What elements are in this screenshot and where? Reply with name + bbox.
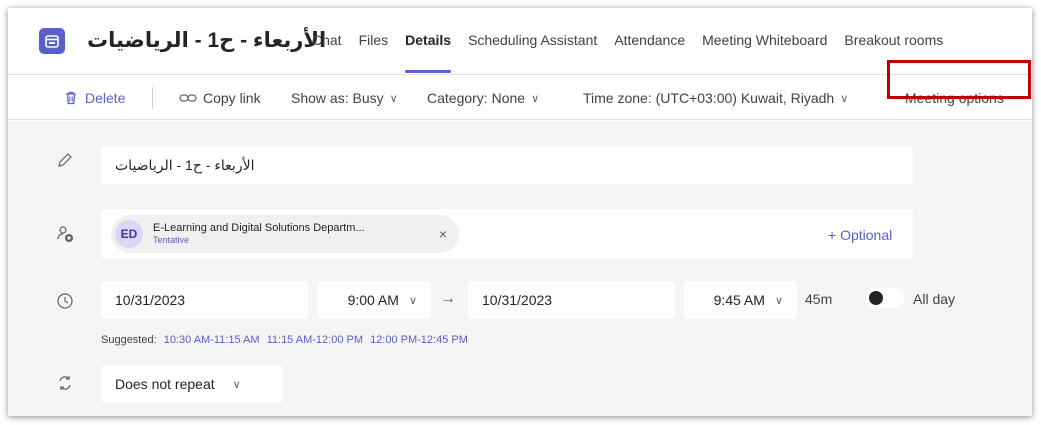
toolbar-divider bbox=[152, 87, 153, 109]
all-day-toggle[interactable] bbox=[866, 288, 904, 308]
toggle-knob bbox=[869, 291, 883, 305]
details-form: الأربعاء - ح1 - الرياضيات ED E-Learning … bbox=[8, 121, 1032, 416]
chevron-down-icon: ∨ bbox=[408, 294, 417, 307]
copy-link-button[interactable]: Copy link bbox=[179, 75, 261, 121]
suggestion-link[interactable]: 10:30 AM-11:15 AM bbox=[164, 334, 260, 346]
start-time-select[interactable]: 9:00 AM ∨ bbox=[318, 281, 431, 319]
meeting-toolbar: Delete Copy link Show as: Busy ∨ Categor… bbox=[8, 74, 1032, 120]
avatar: ED bbox=[115, 220, 143, 248]
close-icon[interactable]: × bbox=[439, 226, 447, 242]
pencil-icon bbox=[53, 148, 77, 172]
suggestion-link[interactable]: 11:15 AM-12:00 PM bbox=[267, 334, 363, 346]
calendar-icon bbox=[39, 28, 65, 54]
trash-icon bbox=[66, 91, 76, 105]
tab-details[interactable]: Details bbox=[405, 32, 451, 73]
title-input-value: الأربعاء - ح1 - الرياضيات bbox=[115, 156, 255, 173]
show-as-label: Show as: Busy bbox=[291, 90, 384, 106]
attendee-info: E-Learning and Digital Solutions Departm… bbox=[153, 222, 365, 246]
end-date-input[interactable]: 10/31/2023 bbox=[468, 281, 675, 319]
delete-button[interactable]: Delete bbox=[63, 75, 125, 121]
add-optional-button[interactable]: + Optional bbox=[828, 227, 892, 243]
meeting-options-highlight-box bbox=[887, 60, 1031, 99]
end-time-select[interactable]: 9:45 AM ∨ bbox=[684, 281, 797, 319]
tab-meeting-whiteboard[interactable]: Meeting Whiteboard bbox=[702, 32, 827, 48]
end-time-value: 9:45 AM bbox=[713, 292, 765, 308]
tab-breakout-rooms[interactable]: Breakout rooms bbox=[844, 32, 943, 48]
suggested-label: Suggested: bbox=[101, 334, 157, 346]
meeting-header: الأربعاء - ح1 - الرياضيات Chat Files Det… bbox=[8, 8, 1032, 74]
tab-attendance[interactable]: Attendance bbox=[614, 32, 685, 48]
teams-meeting-window: الأربعاء - ح1 - الرياضيات Chat Files Det… bbox=[8, 8, 1032, 416]
tab-chat[interactable]: Chat bbox=[312, 32, 342, 48]
delete-label: Delete bbox=[85, 90, 126, 106]
duration-text: 45m bbox=[805, 291, 833, 307]
time-zone-dropdown[interactable]: Time zone: (UTC+03:00) Kuwait, Riyadh ∨ bbox=[583, 75, 848, 121]
show-as-dropdown[interactable]: Show as: Busy ∨ bbox=[291, 75, 398, 121]
chevron-down-icon: ∨ bbox=[531, 92, 540, 105]
copy-link-label: Copy link bbox=[203, 90, 261, 106]
meeting-title: الأربعاء - ح1 - الرياضيات bbox=[87, 29, 327, 52]
chevron-down-icon: ∨ bbox=[389, 92, 398, 105]
clock-icon bbox=[53, 289, 77, 313]
start-date-value: 10/31/2023 bbox=[115, 292, 186, 308]
chevron-down-icon: ∨ bbox=[232, 378, 241, 391]
suggested-times: Suggested: 10:30 AM-11:15 AM 11:15 AM-12… bbox=[101, 334, 468, 346]
category-dropdown[interactable]: Category: None ∨ bbox=[427, 75, 539, 121]
arrow-right-icon: → bbox=[440, 290, 456, 307]
start-time-value: 9:00 AM bbox=[347, 292, 399, 308]
suggestion-link[interactable]: 12:00 PM-12:45 PM bbox=[370, 334, 468, 346]
attendee-name: E-Learning and Digital Solutions Departm… bbox=[153, 222, 365, 234]
start-date-input[interactable]: 10/31/2023 bbox=[101, 281, 308, 319]
tab-files[interactable]: Files bbox=[359, 32, 389, 48]
tab-bar: Chat Files Details Scheduling Assistant … bbox=[312, 32, 960, 73]
all-day-label: All day bbox=[913, 291, 956, 307]
tab-scheduling-assistant[interactable]: Scheduling Assistant bbox=[468, 32, 597, 48]
time-zone-label: Time zone: (UTC+03:00) Kuwait, Riyadh bbox=[583, 90, 835, 106]
attendee-chip[interactable]: ED E-Learning and Digital Solutions Depa… bbox=[111, 215, 459, 253]
end-date-value: 10/31/2023 bbox=[482, 292, 553, 308]
link-icon bbox=[179, 94, 197, 102]
attendee-status: Tentative bbox=[153, 235, 190, 245]
add-people-icon bbox=[53, 222, 77, 246]
repeat-icon bbox=[53, 371, 77, 395]
repeat-select[interactable]: Does not repeat ∨ bbox=[101, 365, 283, 403]
chevron-down-icon: ∨ bbox=[840, 92, 849, 105]
title-input[interactable]: الأربعاء - ح1 - الرياضيات bbox=[101, 146, 913, 184]
repeat-value: Does not repeat bbox=[115, 376, 215, 392]
category-label: Category: None bbox=[427, 90, 526, 106]
chevron-down-icon: ∨ bbox=[774, 294, 783, 307]
